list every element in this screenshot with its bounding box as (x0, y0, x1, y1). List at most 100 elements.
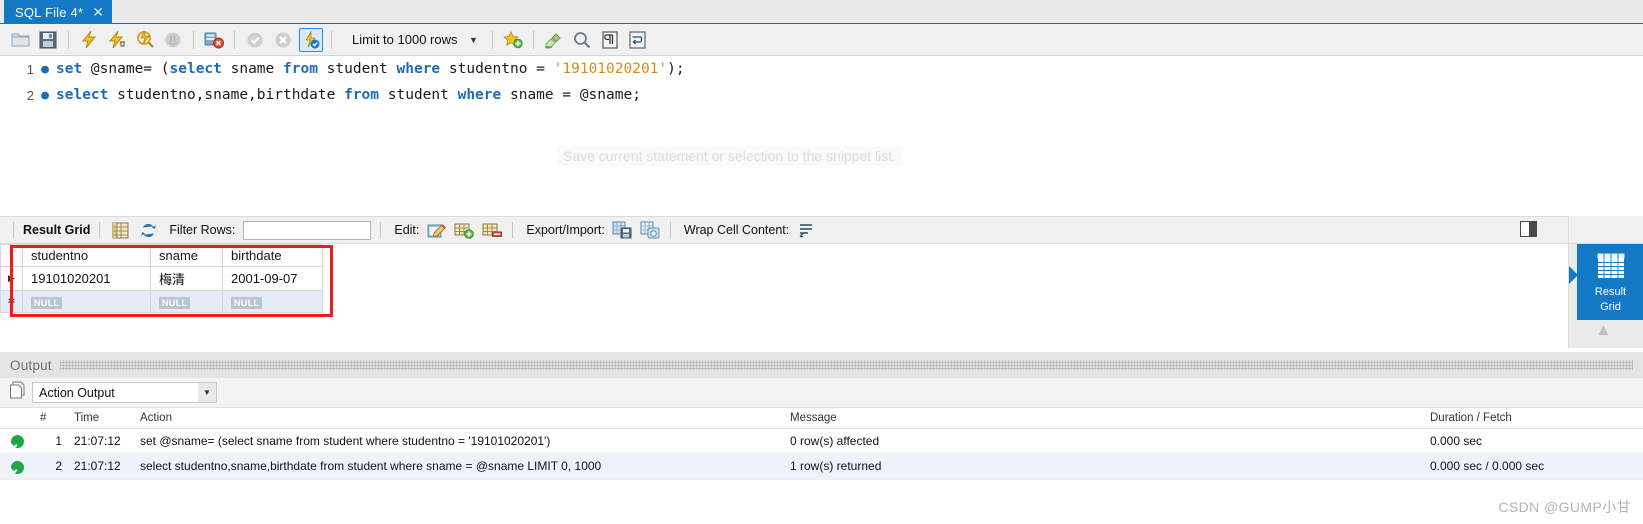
output-type-icon (8, 381, 26, 404)
output-type-row: Action Output ▼ (0, 378, 1643, 408)
success-check-icon (10, 460, 24, 474)
success-check-icon (10, 435, 24, 449)
toolbar-separator (99, 222, 101, 238)
toolbar-separator (532, 30, 534, 49)
result-grid-header-row: studentno sname birthdate (0, 244, 323, 267)
statement-marker-icon: ● (41, 87, 49, 103)
action-output-header-row: # Time Action Message Duration / Fetch (0, 408, 1643, 429)
export-import-label: Export/Import: (526, 223, 605, 237)
panel-drag-handle[interactable] (59, 360, 1633, 370)
close-icon[interactable]: ✕ (92, 5, 104, 19)
output-type-select[interactable]: Action Output ▼ (32, 382, 217, 403)
cell-number: 1 (34, 428, 68, 455)
rail-item-label-line2: Grid (1600, 300, 1621, 313)
fading-tooltip: Save current statement or selection to t… (557, 146, 903, 166)
rollback-icon[interactable] (271, 28, 295, 52)
toolbar-separator (512, 222, 514, 238)
filter-rows-label: Filter Rows: (169, 223, 236, 237)
add-snippet-icon[interactable] (501, 28, 525, 52)
export-recordset-icon[interactable] (611, 219, 633, 241)
open-folder-icon[interactable] (8, 28, 32, 52)
result-grid-title: Result Grid (23, 223, 91, 237)
toolbar-separator (380, 222, 382, 238)
filter-rows-input[interactable] (243, 220, 372, 240)
tab-sql-file-4[interactable]: SQL File 4* ✕ (4, 0, 112, 24)
line-number: 2 (26, 87, 34, 103)
column-header-duration[interactable]: Duration / Fetch (1424, 408, 1643, 429)
find-icon[interactable] (570, 28, 594, 52)
mysql-workbench-window: SQL File 4* ✕ Limit to 1000 rows ▼ 1 ● s… (0, 0, 1643, 524)
cell-message: 0 row(s) affected (784, 428, 1424, 455)
toolbar-separator (68, 30, 69, 49)
cell-sname[interactable]: 梅清 (150, 266, 223, 291)
row-limit-label: Limit to 1000 rows (352, 32, 458, 47)
status-column-header (0, 408, 34, 429)
save-icon[interactable] (36, 28, 60, 52)
result-grid-table: studentno sname birthdate ▶ 19101020201 … (0, 244, 323, 313)
cell-studentno[interactable]: 19101020201 (22, 266, 151, 291)
wrap-cell-content-label: Wrap Cell Content: (683, 223, 790, 237)
commit-icon[interactable] (243, 28, 267, 52)
toggle-wrapping-icon[interactable] (626, 28, 650, 52)
table-row[interactable]: 2 21:07:12 select studentno,sname,birthd… (0, 453, 1643, 480)
execute-all-icon[interactable] (77, 28, 101, 52)
sql-editor-area[interactable]: 1 ● set @sname= (select sname from stude… (0, 56, 1643, 200)
cell-studentno-null[interactable]: NULL (22, 290, 151, 313)
code-text-line-2: select studentno,sname,birthdate from st… (56, 87, 641, 103)
stop-execution-icon[interactable] (161, 28, 185, 52)
output-panel-header: Output (0, 352, 1643, 378)
watermark: CSDN @GUMP小甘 (1498, 499, 1631, 515)
delete-row-icon[interactable] (481, 219, 503, 241)
row-marker: ▶ (0, 266, 23, 291)
table-row[interactable]: ▶ 19101020201 梅清 2001-09-07 (0, 266, 323, 291)
column-header-time[interactable]: Time (68, 408, 134, 429)
wrap-cell-icon[interactable] (795, 219, 817, 241)
cell-sname-null[interactable]: NULL (150, 290, 223, 313)
rail-item-label-line1: Result (1594, 285, 1627, 298)
grid-view-icon[interactable] (109, 219, 131, 241)
statement-marker-icon: ● (41, 61, 49, 77)
table-row[interactable]: 1 21:07:12 set @sname= (select sname fro… (0, 428, 1643, 455)
status-badge (0, 453, 34, 480)
chevron-down-icon[interactable]: ▼ (464, 30, 484, 50)
insert-row-icon[interactable] (453, 219, 475, 241)
tab-label: SQL File 4* (15, 4, 84, 20)
column-header-sname[interactable]: sname (150, 244, 223, 267)
toggle-stop-on-error-icon[interactable] (202, 28, 226, 52)
column-header-birthdate[interactable]: birthdate (222, 244, 323, 267)
new-row-marker: ✻ (0, 290, 23, 313)
auto-commit-icon[interactable] (299, 27, 323, 52)
execute-current-icon[interactable] (105, 28, 129, 52)
row-limit-selector[interactable]: Limit to 1000 rows ▼ (346, 29, 484, 51)
cell-duration: 0.000 sec (1424, 428, 1643, 455)
explain-query-icon[interactable] (133, 28, 157, 52)
rail-item-result-grid[interactable]: Result Grid (1577, 244, 1643, 320)
toggle-sidebar-icon[interactable] (1520, 221, 1537, 237)
result-grid-body[interactable]: studentno sname birthdate ▶ 19101020201 … (0, 244, 1493, 348)
rail-top-spacer (1569, 216, 1643, 244)
action-output-table-wrap: # Time Action Message Duration / Fetch 1… (0, 408, 1643, 524)
collapse-chevron-icon[interactable]: ▲ (1595, 320, 1612, 340)
output-type-value: Action Output (39, 385, 115, 400)
column-header-action[interactable]: Action (134, 408, 784, 429)
import-recordset-icon[interactable] (639, 219, 661, 241)
chevron-down-icon[interactable]: ▼ (198, 383, 216, 402)
column-header-studentno[interactable]: studentno (22, 244, 151, 267)
edit-row-icon[interactable] (425, 219, 447, 241)
toolbar-separator (331, 30, 332, 49)
code-line-1[interactable]: 1 ● set @sname= (select sname from stude… (0, 56, 1643, 82)
cell-time: 21:07:12 (68, 428, 134, 455)
refresh-icon[interactable] (137, 219, 159, 241)
cell-birthdate[interactable]: 2001-09-07 (222, 266, 323, 291)
column-header-message[interactable]: Message (784, 408, 1424, 429)
cell-birthdate-null[interactable]: NULL (222, 290, 323, 313)
action-output-table: # Time Action Message Duration / Fetch 1… (0, 408, 1643, 480)
column-header-number[interactable]: # (34, 408, 68, 429)
code-line-2[interactable]: 2 ● select studentno,sname,birthdate fro… (0, 82, 1643, 108)
toolbar-separator (669, 222, 671, 238)
cell-message: 1 row(s) returned (784, 453, 1424, 480)
new-row-placeholder[interactable]: ✻ NULL NULL NULL (0, 290, 323, 313)
beautify-sql-icon[interactable] (542, 28, 566, 52)
result-view-rail: Result Grid ▲ (1568, 216, 1643, 348)
toggle-invisible-chars-icon[interactable] (598, 28, 622, 52)
